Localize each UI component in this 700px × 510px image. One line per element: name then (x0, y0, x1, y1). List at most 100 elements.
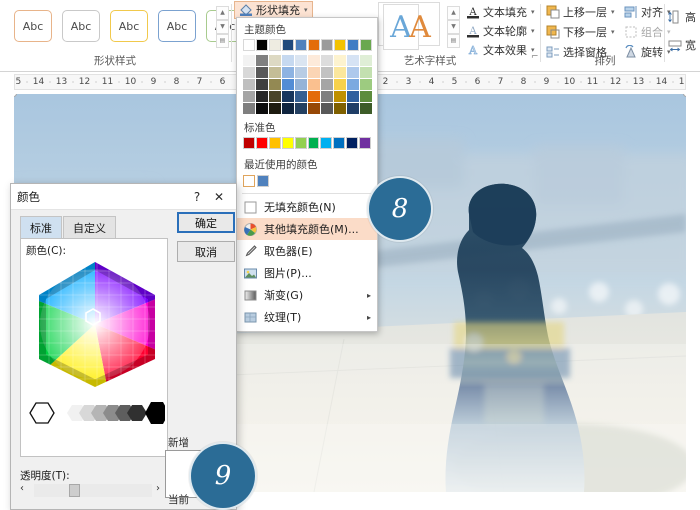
wordart-scroll-down-icon[interactable]: ▼ (447, 20, 460, 34)
standard-swatch[interactable] (359, 137, 372, 149)
theme-shade-swatch[interactable] (282, 55, 294, 66)
theme-shade-swatch[interactable] (308, 55, 320, 66)
gallery-scroll-up-icon[interactable]: ▲ (216, 6, 229, 20)
theme-shade-swatch[interactable] (256, 103, 268, 114)
theme-shades-grid[interactable] (237, 55, 377, 116)
shape-width-command[interactable]: 宽 (668, 36, 696, 53)
standard-swatch[interactable] (255, 137, 268, 149)
theme-shade-swatch[interactable] (360, 103, 372, 114)
standard-colors-row[interactable] (237, 137, 377, 153)
theme-shade-swatch[interactable] (295, 79, 307, 90)
theme-shade-swatch[interactable] (269, 55, 281, 66)
theme-shade-swatch[interactable] (295, 103, 307, 114)
wordart-more-icon[interactable]: ▤ (447, 34, 460, 48)
theme-shade-swatch[interactable] (360, 67, 372, 78)
theme-swatch[interactable] (269, 39, 281, 51)
theme-shade-swatch[interactable] (321, 79, 333, 90)
standard-swatch[interactable] (320, 137, 333, 149)
menu-item-no-fill[interactable]: 无填充颜色(N) (237, 196, 377, 218)
wordart-preview-2[interactable]: A (402, 4, 438, 50)
wordart-scroll-up-icon[interactable]: ▲ (447, 6, 460, 20)
ok-button[interactable]: 确定 (177, 212, 235, 233)
theme-shade-swatch[interactable] (321, 103, 333, 114)
theme-shade-swatch[interactable] (334, 91, 346, 102)
standard-swatch[interactable] (333, 137, 346, 149)
wordart-dialog-launcher[interactable]: ⌐ (531, 52, 539, 62)
theme-shade-swatch[interactable] (269, 67, 281, 78)
tab-standard[interactable]: 标准 (20, 216, 62, 239)
theme-shade-swatch[interactable] (321, 67, 333, 78)
theme-swatch[interactable] (360, 39, 372, 51)
theme-shade-swatch[interactable] (347, 67, 359, 78)
standard-swatch[interactable] (243, 137, 255, 149)
standard-swatch[interactable] (307, 137, 320, 149)
grayscale-swatches[interactable] (27, 397, 169, 429)
theme-shade-swatch[interactable] (256, 91, 268, 102)
theme-shade-swatch[interactable] (308, 103, 320, 114)
theme-shade-swatch[interactable] (347, 91, 359, 102)
recent-colors-row[interactable] (237, 174, 377, 191)
theme-shade-swatch[interactable] (295, 91, 307, 102)
cancel-button[interactable]: 取消 (177, 241, 235, 262)
standard-swatch[interactable] (268, 137, 281, 149)
slider-increase-icon[interactable]: › (156, 483, 160, 494)
theme-shade-swatch[interactable] (360, 79, 372, 90)
gallery-more-icon[interactable]: ▤ (216, 34, 229, 48)
theme-shade-swatch[interactable] (321, 55, 333, 66)
theme-shade-swatch[interactable] (243, 103, 255, 114)
theme-shade-swatch[interactable] (334, 67, 346, 78)
shape-height-command[interactable]: 高 (668, 8, 696, 25)
hexagon-color-grid[interactable] (25, 257, 165, 392)
hex-color-wheel[interactable] (25, 257, 165, 392)
send-backward-command[interactable]: 下移一层 ▾ (546, 23, 615, 40)
theme-shade-swatch[interactable] (243, 91, 255, 102)
theme-swatch[interactable] (295, 39, 307, 51)
tab-custom[interactable]: 自定义 (63, 216, 116, 239)
menu-item-eyedropper[interactable]: 取色器(E) (237, 240, 377, 262)
theme-shade-swatch[interactable] (243, 67, 255, 78)
gallery-scroll-down-icon[interactable]: ▼ (216, 20, 229, 34)
shape-gallery-scroll[interactable]: ▲ ▼ ▤ (216, 6, 229, 48)
slider-thumb[interactable] (69, 484, 80, 497)
help-icon[interactable]: ? (186, 190, 208, 204)
shape-style-preset-4[interactable]: Abc (158, 10, 196, 42)
theme-shade-swatch[interactable] (360, 55, 372, 66)
shape-style-preset-2[interactable]: Abc (62, 10, 100, 42)
theme-shade-swatch[interactable] (256, 79, 268, 90)
theme-shade-swatch[interactable] (282, 103, 294, 114)
theme-shade-swatch[interactable] (295, 55, 307, 66)
color-picker-panel[interactable]: 颜色(C): (20, 238, 169, 457)
theme-shade-swatch[interactable] (243, 55, 255, 66)
menu-item-more-fill-colors[interactable]: 其他填充颜色(M)... (237, 218, 377, 240)
theme-swatch[interactable] (347, 39, 359, 51)
theme-shade-swatch[interactable] (334, 55, 346, 66)
shape-fill-dropdown[interactable]: 主题颜色 标准色 最近使用的颜色 无填充颜色(N) 其他填充颜色(M)... 取… (236, 17, 378, 332)
theme-shade-swatch[interactable] (321, 91, 333, 102)
theme-shade-swatch[interactable] (308, 67, 320, 78)
slider-track[interactable] (34, 484, 152, 497)
theme-shade-swatch[interactable] (256, 55, 268, 66)
shape-style-preset-3[interactable]: Abc (110, 10, 148, 42)
theme-shade-swatch[interactable] (347, 55, 359, 66)
theme-swatch[interactable] (321, 39, 333, 51)
theme-swatch[interactable] (256, 39, 268, 51)
theme-swatch[interactable] (282, 39, 294, 51)
text-outline-command[interactable]: A 文本轮廓 ▾ (466, 22, 535, 39)
wordart-gallery-scroll[interactable]: ▲ ▼ ▤ (447, 6, 460, 48)
theme-swatch[interactable] (243, 39, 255, 51)
recent-swatch[interactable] (243, 175, 255, 187)
theme-shade-swatch[interactable] (256, 67, 268, 78)
theme-shade-swatch[interactable] (347, 79, 359, 90)
standard-swatch[interactable] (294, 137, 307, 149)
theme-shade-swatch[interactable] (334, 79, 346, 90)
theme-shade-swatch[interactable] (334, 103, 346, 114)
theme-shade-swatch[interactable] (347, 103, 359, 114)
standard-swatch[interactable] (346, 137, 359, 149)
theme-shade-swatch[interactable] (308, 79, 320, 90)
grayscale-row[interactable] (27, 397, 169, 429)
bring-forward-command[interactable]: 上移一层 ▾ (546, 3, 615, 20)
menu-item-picture[interactable]: 图片(P)... (237, 262, 377, 284)
theme-shade-swatch[interactable] (243, 79, 255, 90)
theme-shade-swatch[interactable] (282, 67, 294, 78)
theme-swatch[interactable] (308, 39, 320, 51)
